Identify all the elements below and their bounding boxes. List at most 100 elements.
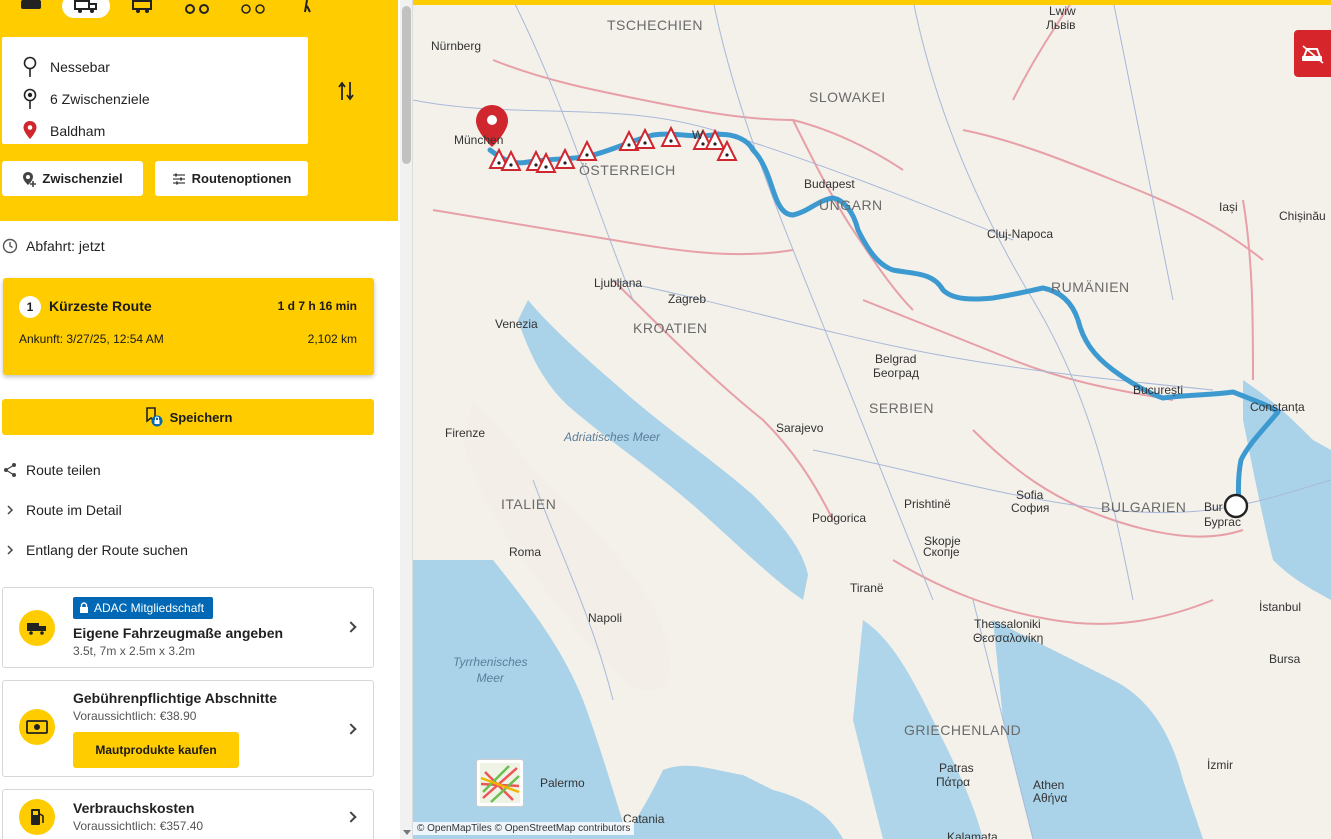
city-label: Iași [1219,200,1238,214]
country-label: TSCHECHIEN [607,17,704,33]
scrollbar-thumb[interactable] [402,6,411,164]
sea-label: Adriatisches Meer [564,430,661,444]
panel-scrollbar[interactable] [400,0,413,839]
search-along-label: Entlang der Route suchen [26,542,188,558]
city-label: Sofia [1016,488,1044,502]
city-label: Θεσσαλονίκη [973,631,1044,645]
country-label: RUMÄNIEN [1051,279,1130,295]
add-location-icon [23,171,37,187]
waypoint-destination[interactable]: Baldham [20,119,105,143]
route-planner-header: Nessebar 6 Zwischenziele Baldham Zwische… [0,0,398,221]
city-label: Nürnberg [431,39,482,53]
waypoint-list: Nessebar 6 Zwischenziele Baldham [2,37,308,144]
route-detail-link[interactable]: Route im Detail [2,502,122,518]
fuel-card-title: Verbrauchskosten [73,800,195,816]
city-label: Bursa [1269,652,1301,666]
sea-label: Tyrrhenisches Meer [453,655,528,685]
start-map-marker-icon [1223,493,1249,519]
map-view[interactable]: TSCHECHIEN SLOWAKEI ÖSTERREICH UNGARN RU… [413,0,1331,839]
chevron-right-icon [345,621,357,633]
route-summary-card[interactable]: 1 Kürzeste Route 1 d 7 h 16 min Ankunft:… [3,278,374,375]
city-label: Ljubljana [594,276,643,290]
fuel-costs-card[interactable]: Verbrauchskosten Voraussichtlich: €357.4… [2,789,374,839]
city-label: Venezia [495,317,538,331]
add-stop-button[interactable]: Zwischenziel [2,161,143,196]
country-label: ITALIEN [501,496,557,512]
waypoint-via-label: 6 Zwischenziele [50,91,150,107]
city-label: München [454,133,504,147]
country-label: SERBIEN [869,400,934,416]
city-label: Πάτρα [936,775,971,789]
route-options-label: Routenoptionen [191,171,292,186]
city-label: Constanța [1250,400,1305,414]
route-arrival: Ankunft: 3/27/25, 12:54 AM [19,332,164,346]
destination-pin-icon [20,120,40,142]
swap-waypoints-button[interactable] [334,78,358,104]
departure-time[interactable]: Abfahrt: jetzt [2,238,105,254]
city-label: Chișinău [1279,209,1326,223]
traffic-car-icon [1301,44,1324,64]
city-label: Roma [509,545,542,559]
route-options-button[interactable]: Routenoptionen [155,161,308,196]
map-top-accent-bar [413,0,1331,5]
camper-icon [132,0,152,13]
chevron-right-icon [2,544,18,556]
city-label: Kalamata [947,830,998,839]
waypoint-start[interactable]: Nessebar [20,55,110,79]
vehicle-dimensions-card[interactable]: ADAC Mitgliedschaft Eigene Fahrzeugmaße … [2,587,374,668]
country-label: ÖSTERREICH [579,162,676,178]
city-label: Thessaloniki [974,617,1041,631]
walking-icon [304,0,311,13]
fuel-pump-icon [19,799,55,835]
truck-icon [19,610,55,646]
waypoint-destination-label: Baldham [50,123,106,139]
swap-arrows-icon [338,81,354,101]
mode-walking-tab[interactable] [284,0,330,18]
city-label: București [1133,383,1184,397]
save-label: Speichern [169,409,233,425]
traffic-layer-button[interactable] [1294,30,1331,77]
search-along-route-link[interactable]: Entlang der Route suchen [2,542,188,558]
city-label: Lwiw [1049,4,1076,18]
membership-badge-label: ADAC Mitgliedschaft [94,601,205,615]
city-label: Budapest [804,177,855,191]
city-label: Cluj-Napoca [987,227,1054,241]
car-icon [21,0,41,9]
toll-card-subtitle: Voraussichtlich: €38.90 [73,709,197,723]
city-label: İstanbul [1259,600,1302,614]
save-route-button[interactable]: Speichern [2,399,374,435]
mode-motorbike-tab[interactable] [174,0,220,18]
mode-car-tab[interactable] [8,0,54,18]
mode-truck-tab[interactable] [62,0,110,18]
buy-toll-products-button[interactable]: Mautprodukte kaufen [73,732,239,768]
fuel-card-subtitle: Voraussichtlich: €357.40 [73,819,204,833]
city-label: Скопје [923,545,960,559]
city-label: Bur [1204,500,1223,514]
city-label: Львів [1046,18,1076,32]
start-pin-icon [20,56,40,78]
city-label: Prishtinë [904,497,951,511]
share-route-link[interactable]: Route teilen [2,462,101,478]
route-title: Kürzeste Route [49,298,152,314]
lock-icon [80,602,88,613]
city-label: Sarajevo [776,421,824,435]
city-label: Firenze [445,426,486,440]
waypoint-via[interactable]: 6 Zwischenziele [20,87,150,111]
mode-camper-tab[interactable] [120,0,166,18]
toll-money-icon [19,709,55,745]
share-route-label: Route teilen [26,462,101,478]
city-label: Београд [873,366,919,380]
city-label: София [1011,501,1050,515]
city-label: Αθήνα [1033,791,1068,805]
departure-label: Abfahrt: jetzt [26,238,105,254]
city-label: Palermo [540,776,585,790]
country-label: BULGARIEN [1101,499,1187,515]
city-label: Napoli [588,611,623,625]
toll-sections-card[interactable]: Gebührenpflichtige Abschnitte Voraussich… [2,680,374,777]
city-label: Бургас [1204,515,1241,529]
waypoint-start-label: Nessebar [50,59,110,75]
mode-bicycle-tab[interactable] [230,0,276,18]
map-layer-toggle-button[interactable] [476,759,524,807]
scroll-down-arrow-icon[interactable] [403,830,411,835]
sliders-icon [172,173,185,184]
